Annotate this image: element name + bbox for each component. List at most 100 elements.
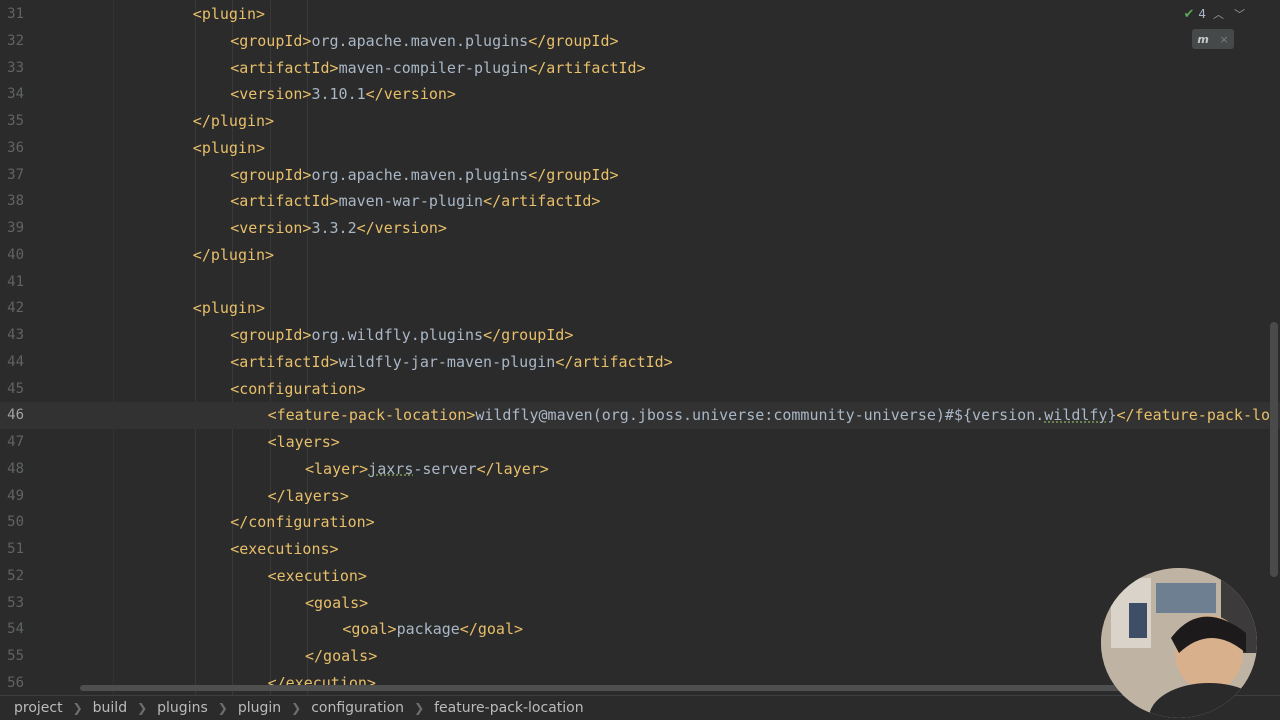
code-line[interactable]: 49 </layers>	[0, 483, 1280, 510]
code-text: <configuration>	[230, 376, 365, 403]
xml-text: wildfly@maven(org.jboss.universe:communi…	[475, 406, 1045, 425]
code-line[interactable]: 51 <executions>	[0, 536, 1280, 563]
xml-tag: </artifactId>	[528, 58, 646, 77]
code-text: <goal>package</goal>	[342, 616, 523, 643]
code-text: <execution>	[268, 563, 367, 590]
line-number: 48	[7, 460, 24, 477]
line-number: 47	[7, 434, 24, 450]
xml-tag: <artifactId>	[230, 58, 339, 77]
code-line[interactable]: 56 </execution>	[0, 670, 1280, 695]
code-text: <artifactId>wildfly-jar-maven-plugin</ar…	[230, 349, 673, 376]
chevron-down-icon[interactable]: ﹀	[1231, 6, 1248, 22]
line-number: 45	[7, 380, 24, 397]
xml-tag: </layers>	[267, 486, 349, 505]
code-line[interactable]: 36 <plugin>	[0, 135, 1280, 162]
xml-tag: </configuration>	[230, 513, 375, 532]
code-line[interactable]: 46 <feature-pack-location>wildfly@maven(o…	[0, 402, 1280, 430]
code-line[interactable]: 39 <version>3.3.2</version>	[0, 215, 1280, 242]
line-number: 32	[7, 32, 24, 49]
line-number: 49	[7, 487, 24, 504]
code-text: </execution>	[268, 670, 376, 695]
code-line[interactable]: 50 </configuration>	[0, 509, 1280, 536]
xml-tag: <groupId>	[230, 165, 312, 184]
xml-tag: <layer>	[305, 459, 369, 478]
check-icon: ✔	[1183, 6, 1195, 22]
maven-reload-icon: m	[1197, 32, 1209, 46]
code-line[interactable]: 44 <artifactId>wildfly-jar-maven-plugin</…	[0, 349, 1280, 376]
code-line[interactable]: 48 <layer>jaxrs-server</layer>	[0, 456, 1280, 483]
maven-reload-button[interactable]: m ×	[1192, 29, 1234, 49]
code-text: <version>3.10.1</version>	[230, 81, 456, 108]
code-line[interactable]: 35 </plugin>	[0, 108, 1280, 135]
breadcrumb-item-plugins[interactable]: plugins	[157, 700, 208, 716]
xml-tag: <goal>	[342, 620, 397, 639]
line-number: 37	[7, 166, 24, 183]
code-line[interactable]: 33 <artifactId>maven-compiler-plugin</art…	[0, 55, 1280, 82]
xml-tag: <artifactId>	[230, 352, 339, 371]
code-text: <artifactId>maven-compiler-plugin</artif…	[230, 55, 645, 82]
xml-text: org.apache.maven.plugins	[311, 165, 529, 184]
code-line[interactable]: 41	[0, 269, 1280, 296]
line-number: 44	[7, 353, 24, 370]
breadcrumb-item-feature-pack-location[interactable]: feature-pack-location	[434, 700, 583, 716]
breadcrumb-item-configuration[interactable]: configuration	[311, 700, 404, 716]
code-line[interactable]: 47 <layers>	[0, 429, 1280, 456]
code-line[interactable]: 31 <plugin>	[0, 1, 1280, 28]
xml-tag: </groupId>	[483, 326, 574, 344]
code-line[interactable]: 53 <goals>	[0, 590, 1280, 617]
webcam-overlay	[1101, 568, 1257, 718]
code-line[interactable]: 38 <artifactId>maven-war-plugin</artifact…	[0, 188, 1280, 215]
xml-tag: </plugin>	[192, 245, 275, 264]
line-number: 34	[7, 86, 24, 103]
inspection-widget[interactable]: ✔ 4 ︿ ﹀	[1183, 5, 1248, 23]
line-number: 33	[7, 59, 24, 76]
close-icon[interactable]: ×	[1219, 33, 1228, 46]
code-line[interactable]: 45 <configuration>	[0, 376, 1280, 403]
horizontal-scrollbar[interactable]	[80, 685, 1130, 691]
code-line[interactable]: 42 <plugin>	[0, 295, 1280, 322]
xml-tag: <version>	[230, 85, 312, 104]
xml-tag: <groupId>	[230, 31, 312, 50]
code-text: <feature-pack-location>wildfly@maven(org…	[268, 402, 1280, 429]
line-number: 40	[7, 246, 24, 263]
code-line[interactable]: 54 <goal>package</goal>	[0, 616, 1280, 643]
xml-tag: <groupId>	[230, 326, 312, 344]
presenter-video	[1101, 568, 1257, 718]
code-line[interactable]: 52 <execution>	[0, 563, 1280, 590]
xml-tag: <plugin>	[192, 299, 266, 318]
xml-tag: <goals>	[305, 593, 369, 612]
xml-text: }	[1107, 406, 1117, 425]
breadcrumb-item-build[interactable]: build	[93, 700, 127, 716]
code-text: </plugin>	[193, 108, 274, 135]
code-line[interactable]: 34 <version>3.10.1</version>	[0, 81, 1280, 108]
line-number: 35	[7, 113, 24, 129]
chevron-up-icon[interactable]: ︿	[1210, 6, 1227, 22]
code-line[interactable]: 32 <groupId>org.apache.maven.plugins</gro…	[0, 28, 1280, 55]
code-text: </layers>	[268, 483, 349, 510]
xml-tag: </artifactId>	[483, 192, 601, 211]
xml-tag: </layer>	[476, 459, 549, 478]
xml-tag: <feature-pack-location>	[267, 406, 476, 425]
vertical-scrollbar[interactable]	[1270, 322, 1278, 577]
xml-text: package	[396, 620, 460, 639]
xml-tag: </goal>	[459, 620, 524, 639]
breadcrumb-item-project[interactable]: project	[14, 700, 63, 716]
xml-text: org.wildfly.plugins	[311, 326, 484, 344]
code-text: <groupId>org.apache.maven.plugins</group…	[230, 28, 618, 55]
line-number: 56	[7, 674, 24, 691]
xml-tag: <configuration>	[230, 379, 366, 398]
code-line[interactable]: 55 </goals>	[0, 643, 1280, 670]
line-number: 55	[7, 648, 24, 664]
code-line[interactable]: 43 <groupId>org.wildfly.plugins</groupId>	[0, 322, 1280, 349]
xml-tag: <artifactId>	[230, 192, 339, 211]
code-text: <executions>	[230, 536, 338, 563]
code-editor[interactable]: 31 <plugin> 32 <groupId>org.apache.maven.pl…	[0, 0, 1280, 695]
code-line[interactable]: 40 </plugin>	[0, 242, 1280, 269]
code-text: <groupId>org.wildfly.plugins</groupId>	[230, 322, 573, 349]
xml-tag: <plugin>	[192, 138, 266, 157]
breadcrumb-item-plugin[interactable]: plugin	[238, 700, 281, 716]
xml-tag: <execution>	[267, 566, 367, 585]
line-number: 46	[7, 407, 24, 424]
code-line[interactable]: 37 <groupId>org.apache.maven.plugins</gro…	[0, 162, 1280, 189]
xml-tag: </artifactId>	[555, 352, 673, 371]
